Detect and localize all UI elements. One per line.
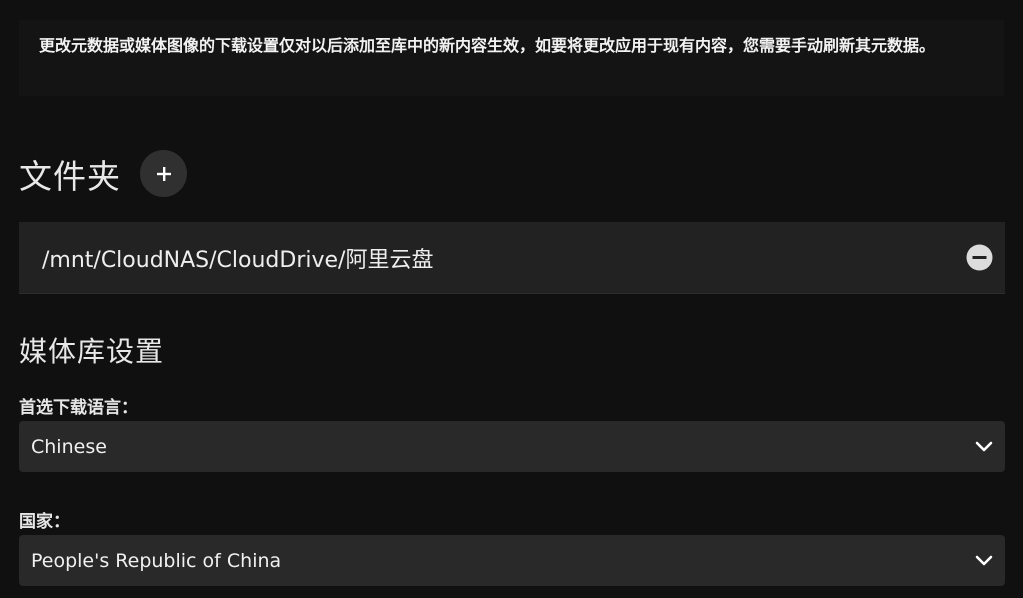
folders-header: 文件夹 xyxy=(19,150,187,197)
language-select[interactable]: Chinese xyxy=(19,421,1005,472)
remove-folder-button[interactable] xyxy=(965,244,993,272)
metadata-notice: 更改元数据或媒体图像的下载设置仅对以后添加至库中的新内容生效，如要将更改应用于现… xyxy=(19,20,1004,96)
library-edit-page: 更改元数据或媒体图像的下载设置仅对以后添加至库中的新内容生效，如要将更改应用于现… xyxy=(0,0,1023,598)
folder-list-item: /mnt/CloudNAS/CloudDrive/阿里云盘 xyxy=(19,222,1005,294)
library-settings-title: 媒体库设置 xyxy=(19,335,165,368)
chevron-down-icon xyxy=(975,441,993,451)
country-select[interactable]: People's Republic of China xyxy=(19,535,1005,586)
language-label: 首选下载语言： xyxy=(19,398,138,418)
metadata-notice-text: 更改元数据或媒体图像的下载设置仅对以后添加至库中的新内容生效，如要将更改应用于现… xyxy=(39,36,936,55)
chevron-down-icon xyxy=(975,555,993,565)
minus-circle-icon xyxy=(966,244,992,271)
add-folder-button[interactable] xyxy=(140,150,187,197)
country-label: 国家： xyxy=(19,512,70,532)
language-select-value: Chinese xyxy=(31,435,107,458)
folder-path: /mnt/CloudNAS/CloudDrive/阿里云盘 xyxy=(42,247,434,273)
plus-icon xyxy=(156,166,171,181)
country-select-value: People's Republic of China xyxy=(31,549,282,572)
folders-title: 文件夹 xyxy=(19,156,121,196)
